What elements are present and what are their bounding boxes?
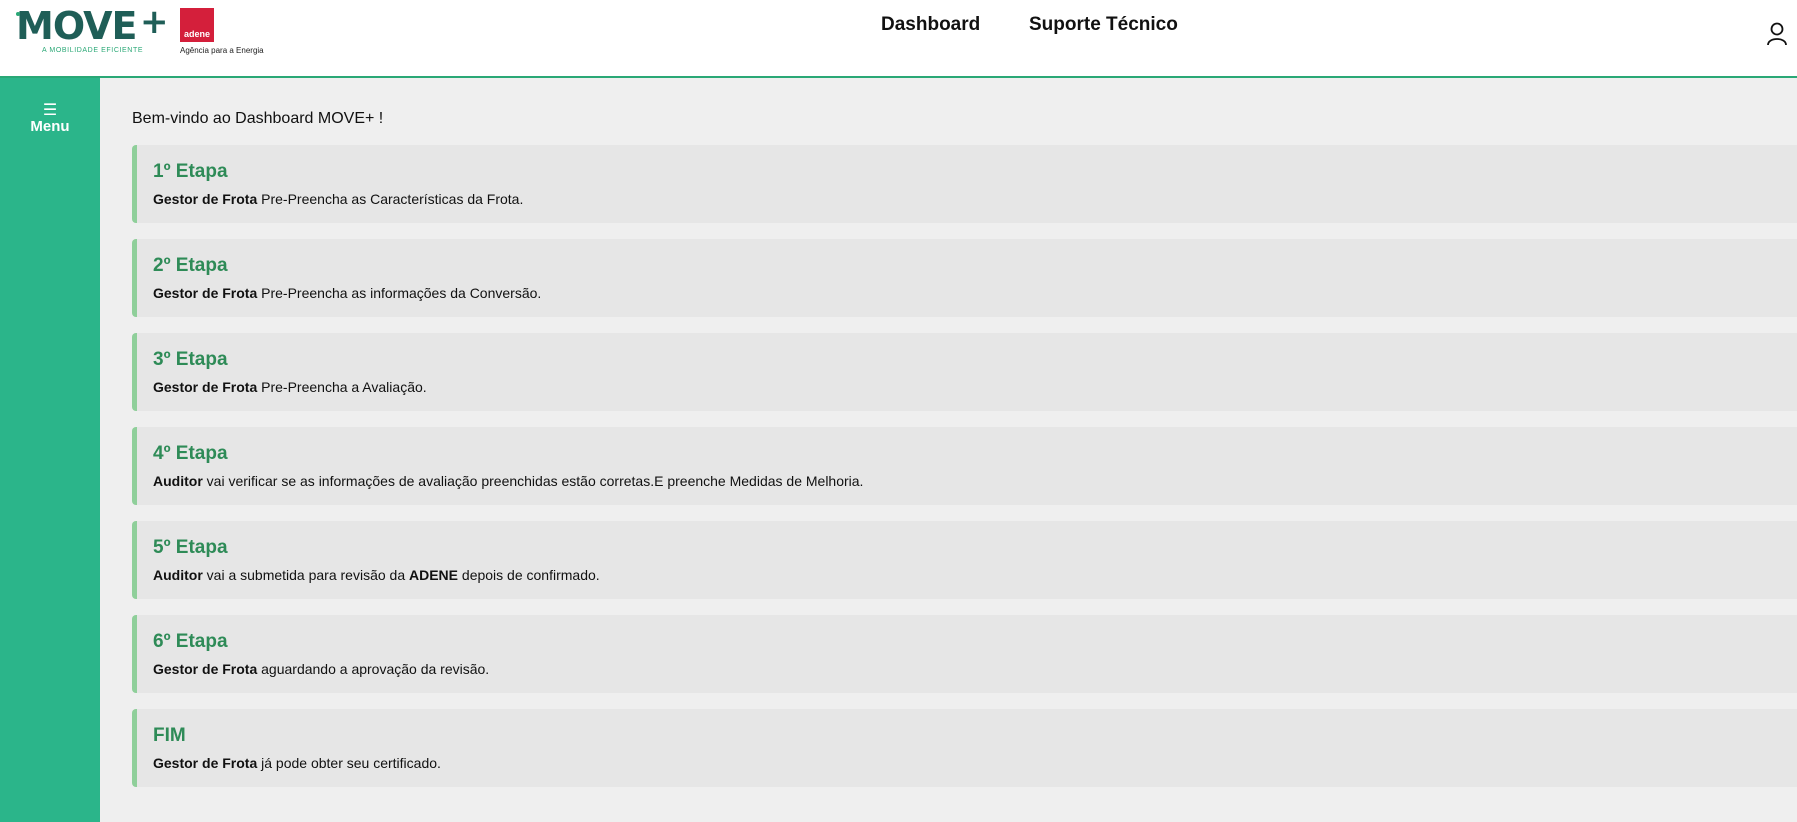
step-role: Gestor de Frota <box>153 191 258 207</box>
step-title: 5º Etapa <box>153 537 228 558</box>
step-role: Gestor de Frota <box>153 755 258 771</box>
menu-label: Menu <box>30 118 70 135</box>
adene-logo-box: adene <box>180 8 214 42</box>
step-description: Gestor de Frota já pode obter seu certif… <box>153 755 1797 771</box>
step-role: Gestor de Frota <box>153 661 258 677</box>
hamburger-icon: ☰ <box>42 102 58 119</box>
step-text: vai a submetida para revisão da <box>202 567 409 583</box>
welcome-message: Bem-vindo ao Dashboard MOVE+ ! <box>132 110 384 127</box>
logo-move-word: MOVE <box>16 4 137 48</box>
step-role: Auditor <box>153 567 203 583</box>
user-icon[interactable] <box>1766 22 1788 46</box>
step-text: depois de confirmado. <box>458 567 600 583</box>
step-text: Pre-Preencha a Avaliação. <box>257 379 427 395</box>
step-title: 6º Etapa <box>153 631 228 652</box>
logo-move-tagline: A MOBILIDADE EFICIENTE <box>42 47 144 54</box>
step-description: Gestor de Frota Pre-Preencha as Caracter… <box>153 191 1797 207</box>
adene-logo-subtitle: Agência para a Energia <box>180 46 264 55</box>
step-role: Gestor de Frota <box>153 379 258 395</box>
step-card: 3º Etapa Gestor de Frota Pre-Preencha a A… <box>132 333 1797 411</box>
step-card: FIM Gestor de Frota já pode obter seu cer… <box>132 709 1797 787</box>
nav-dashboard[interactable]: Dashboard <box>881 14 980 36</box>
logo-dot <box>16 12 20 16</box>
step-text: aguardando a aprovação da revisão. <box>257 661 490 677</box>
step-text: já pode obter seu certificado. <box>257 755 441 771</box>
step-role: Gestor de Frota <box>153 285 258 301</box>
adene-logo[interactable]: adene Agência para a Energia <box>180 8 264 55</box>
menu-button[interactable]: ☰ Menu <box>0 102 100 136</box>
step-description: Auditor vai verificar se as informações … <box>153 473 1797 489</box>
step-title: 2º Etapa <box>153 255 228 276</box>
nav-support[interactable]: Suporte Técnico <box>1029 14 1178 36</box>
step-card: 2º Etapa Gestor de Frota Pre-Preencha as … <box>132 239 1797 317</box>
step-text: Pre-Preencha as informações da Conversão… <box>257 285 542 301</box>
step-text: Pre-Preencha as Características da Frota… <box>257 191 524 207</box>
steps-list: 1º Etapa Gestor de Frota Pre-Preencha as … <box>132 145 1797 803</box>
step-description: Gestor de Frota Pre-Preencha as informaç… <box>153 285 1797 301</box>
step-title: 3º Etapa <box>153 349 228 370</box>
step-description: Gestor de Frota Pre-Preencha a Avaliação… <box>153 379 1797 395</box>
logo-move-plus: + <box>140 2 169 42</box>
step-card: 4º Etapa Auditor vai verificar se as info… <box>132 427 1797 505</box>
step-text: vai verificar se as informações de avali… <box>202 473 864 489</box>
move-plus-logo[interactable]: MOVE + A MOBILIDADE EFICIENTE <box>16 2 169 54</box>
step-role: Auditor <box>153 473 203 489</box>
step-description: Gestor de Frota aguardando a aprovação d… <box>153 661 1797 677</box>
step-title: 1º Etapa <box>153 161 228 182</box>
step-card: 5º Etapa Auditor vai a submetida para rev… <box>132 521 1797 599</box>
step-title: FIM <box>153 725 186 746</box>
step-card: 6º Etapa Gestor de Frota aguardando a apr… <box>132 615 1797 693</box>
sidebar: ☰ Menu <box>0 78 100 822</box>
step-card: 1º Etapa Gestor de Frota Pre-Preencha as … <box>132 145 1797 223</box>
step-role: ADENE <box>409 567 459 583</box>
step-title: 4º Etapa <box>153 443 228 464</box>
top-bar: MOVE + A MOBILIDADE EFICIENTE adene Agên… <box>0 0 1797 78</box>
step-description: Auditor vai a submetida para revisão da … <box>153 567 1797 583</box>
